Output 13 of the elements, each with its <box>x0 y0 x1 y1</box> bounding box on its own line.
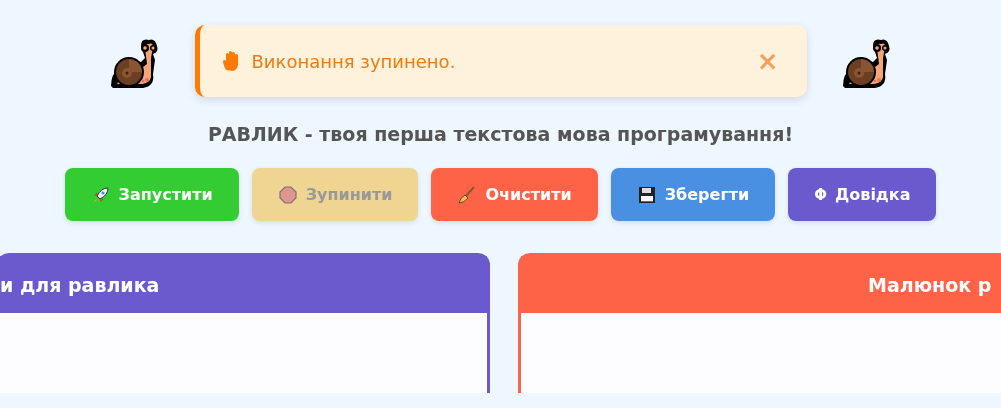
broom-icon <box>457 184 478 205</box>
glyph-button[interactable]: Φ Довідка <box>788 168 937 221</box>
rocket-icon <box>90 184 111 205</box>
info-icon: Φ <box>814 185 827 204</box>
stop-sign-icon <box>277 184 298 205</box>
alert-message: Виконання зупинено. <box>251 50 457 72</box>
rocket-button[interactable]: Запустити <box>64 168 239 221</box>
floppy-button[interactable]: Зберегти <box>610 168 776 221</box>
close-button[interactable]: × <box>748 46 787 76</box>
panel-title: и для равлика <box>0 273 160 296</box>
subtitle: РАВЛИК - твоя перша текстова мова програмування! <box>206 123 795 145</box>
broom-button[interactable]: Очистити <box>431 168 598 221</box>
panel-title: Малюнок р <box>868 273 992 296</box>
